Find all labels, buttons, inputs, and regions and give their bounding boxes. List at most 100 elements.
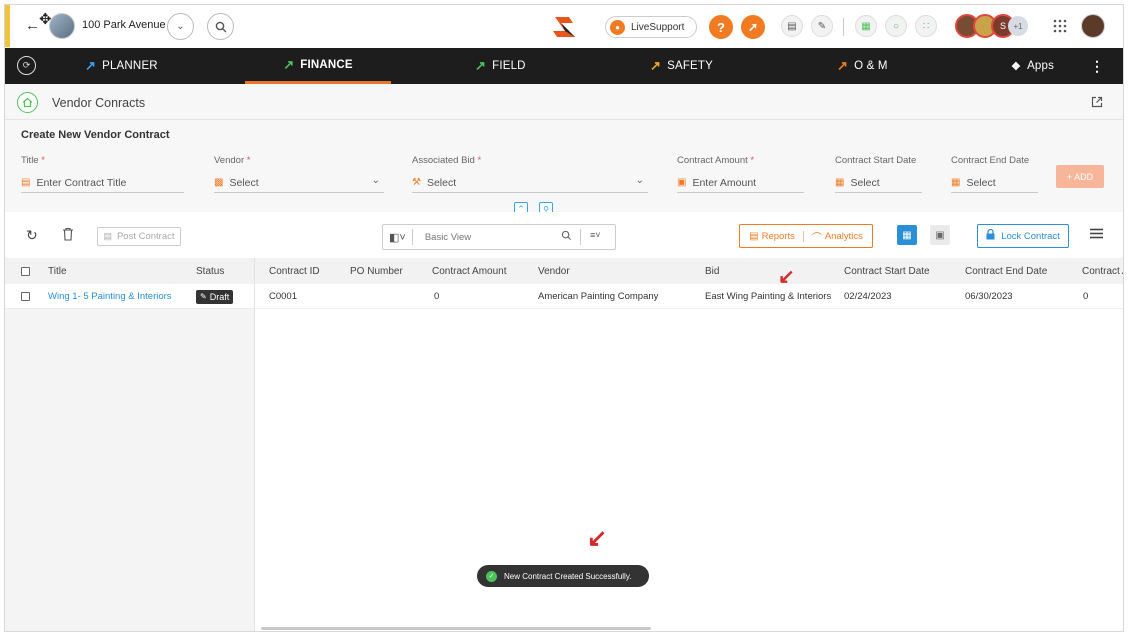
nav-label: FINANCE — [300, 58, 353, 71]
refresh-icon[interactable]: ↻ — [26, 227, 38, 244]
end-date-picker[interactable]: ▦ Select — [951, 173, 1038, 193]
open-external-icon[interactable] — [1091, 96, 1103, 108]
lock-contract-button[interactable]: Lock Contract — [977, 224, 1069, 248]
help-icon[interactable]: ? — [709, 15, 733, 39]
view-selector[interactable]: ◧˅ Basic View ≡˅ — [382, 224, 616, 250]
cell-end-date: 06/30/2023 — [965, 291, 1013, 302]
column-header-title[interactable]: Title — [48, 258, 67, 284]
page-header: Vendor Conracts — [5, 84, 1123, 120]
current-user-avatar[interactable] — [1081, 14, 1105, 38]
required-mark: * — [246, 155, 251, 166]
analytics-label: Analytics — [824, 230, 863, 242]
magic-wand-icon[interactable]: ➚ — [741, 15, 765, 39]
document-edit-icon[interactable]: ✎ — [811, 15, 833, 37]
chart-view-icon[interactable]: ▣ — [930, 225, 950, 245]
view-layout-icon: ◧˅ — [389, 231, 406, 244]
project-avatar[interactable] — [49, 13, 75, 39]
cell-bid: East Wing Painting & Interiors — [705, 291, 832, 302]
nav-label: FIELD — [492, 60, 526, 72]
column-header-status[interactable]: Status — [196, 258, 224, 284]
chat-icon[interactable]: ○ — [885, 15, 907, 37]
column-header-bid[interactable]: Bid — [705, 258, 719, 284]
contract-title-input[interactable]: ▤ Enter Contract Title — [21, 173, 184, 193]
sheet-icon[interactable]: ▦ — [855, 15, 877, 37]
column-header-contract-id[interactable]: Contract ID — [269, 258, 320, 284]
column-header-end-date[interactable]: Contract End Date — [965, 258, 1047, 284]
toast-message: New Contract Created Successfully. — [504, 571, 632, 581]
start-date-picker[interactable]: ▦ Select — [835, 173, 922, 193]
column-header-start-date[interactable]: Contract Start Date — [844, 258, 930, 284]
finance-arrow-icon: ↗ — [283, 56, 295, 72]
post-contract-label: Post Contract — [116, 231, 175, 242]
live-support-button[interactable]: ● LiveSupport — [605, 16, 697, 38]
project-name[interactable]: 100 Park Avenue — [82, 19, 166, 31]
title-field-label: Title * — [21, 155, 45, 166]
nav-more-icon[interactable]: ⋮ — [1090, 48, 1104, 84]
column-header-po-number[interactable]: PO Number — [350, 258, 403, 284]
search-icon[interactable] — [207, 13, 234, 40]
amount-field-label: Contract Amount * — [677, 155, 754, 166]
column-header-vendor[interactable]: Vendor — [538, 258, 570, 284]
filter-icon[interactable]: ≡˅ — [590, 230, 601, 240]
grid-view-icon[interactable]: ▦ — [897, 225, 917, 245]
chevron-down-icon: ⌄ — [635, 175, 644, 186]
create-contract-form: Create New Vendor Contract Title * ▤ Ent… — [5, 120, 1123, 216]
reports-button[interactable]: ▤ Reports — [749, 230, 804, 242]
vendor-value: Select — [229, 176, 259, 189]
home-icon[interactable] — [17, 92, 38, 113]
column-header-contract-a[interactable]: Contract A — [1082, 258, 1123, 284]
nav-item-planner[interactable]: ↗ PLANNER — [85, 48, 158, 84]
vendor-icon: ▩ — [214, 177, 224, 188]
select-all-checkbox[interactable] — [21, 258, 30, 284]
apps-diamond-icon: ❖ — [1011, 60, 1022, 73]
project-dropdown-chevron-icon[interactable]: ⌄ — [167, 13, 194, 40]
nav-item-apps[interactable]: ❖ Apps — [1011, 48, 1054, 84]
live-support-label: LiveSupport — [631, 21, 685, 33]
cell-contract-id: C0001 — [269, 291, 297, 302]
success-toast: ✓ New Contract Created Successfully. — [477, 565, 649, 587]
frozen-column-divider — [254, 258, 255, 631]
annotation-arrow-icon: ↙ — [587, 525, 608, 552]
status-badge: ✎ Draft — [196, 289, 234, 304]
team-icon[interactable]: ∷ — [915, 15, 937, 37]
title-placeholder: Enter Contract Title — [36, 176, 127, 189]
table-row[interactable]: Wing 1- 5 Painting & Interiors ✎ Draft C… — [5, 284, 1123, 309]
cell-title-link[interactable]: Wing 1- 5 Painting & Interiors — [48, 284, 172, 309]
contract-amount-input[interactable]: ▣ Enter Amount — [677, 173, 804, 193]
associated-bid-select[interactable]: ⚒ Select ⌄ — [412, 173, 648, 193]
view-search-icon[interactable] — [561, 230, 572, 244]
post-contract-button[interactable]: ▤ Post Contract — [97, 227, 181, 246]
nav-item-om[interactable]: ↗ O & M — [837, 48, 888, 84]
add-contract-button[interactable]: + ADD — [1056, 165, 1104, 188]
view-divider-2 — [580, 229, 581, 245]
delete-icon[interactable] — [62, 227, 74, 241]
end-value: Select — [966, 176, 996, 189]
chevron-down-icon: ⌄ — [371, 175, 380, 186]
money-icon: ▣ — [677, 177, 687, 188]
list-toolbar: ↻ ▤ Post Contract ◧˅ Basic View ≡˅ ▤ Rep… — [5, 212, 1123, 258]
row-checkbox[interactable] — [21, 284, 30, 309]
nav-item-safety[interactable]: ↗ SAFETY — [650, 48, 713, 84]
vendor-label-text: Vendor — [214, 155, 245, 166]
nav-label: SAFETY — [667, 60, 714, 72]
column-header-contract-amount[interactable]: Contract Amount — [432, 258, 506, 284]
horizontal-scrollbar[interactable] — [261, 627, 651, 630]
clipboard-icon[interactable]: ▤ — [781, 15, 803, 37]
more-users-badge[interactable]: +1 — [1008, 16, 1028, 36]
apps-grid-icon[interactable] — [1053, 19, 1067, 33]
module-switch-icon[interactable]: ⟳ — [17, 56, 36, 75]
cell-amount: 0 — [434, 291, 440, 302]
app-logo-icon — [549, 13, 579, 41]
draft-icon: ✎ — [200, 292, 207, 301]
back-arrow-icon[interactable]: ← — [25, 17, 40, 34]
analytics-button[interactable]: ⌒ Analytics — [804, 229, 863, 244]
page-title: Vendor Conracts — [52, 96, 146, 110]
hamburger-menu-icon[interactable] — [1090, 228, 1103, 239]
nav-item-finance[interactable]: ↗ FINANCE — [245, 48, 391, 84]
vendor-select[interactable]: ▩ Select ⌄ — [214, 173, 384, 193]
nav-item-field[interactable]: ↗ FIELD — [475, 48, 526, 84]
gavel-icon: ⚒ — [412, 177, 421, 188]
frozen-column-pane — [5, 309, 254, 631]
start-value: Select — [850, 176, 880, 189]
checkbox-box — [21, 292, 30, 301]
